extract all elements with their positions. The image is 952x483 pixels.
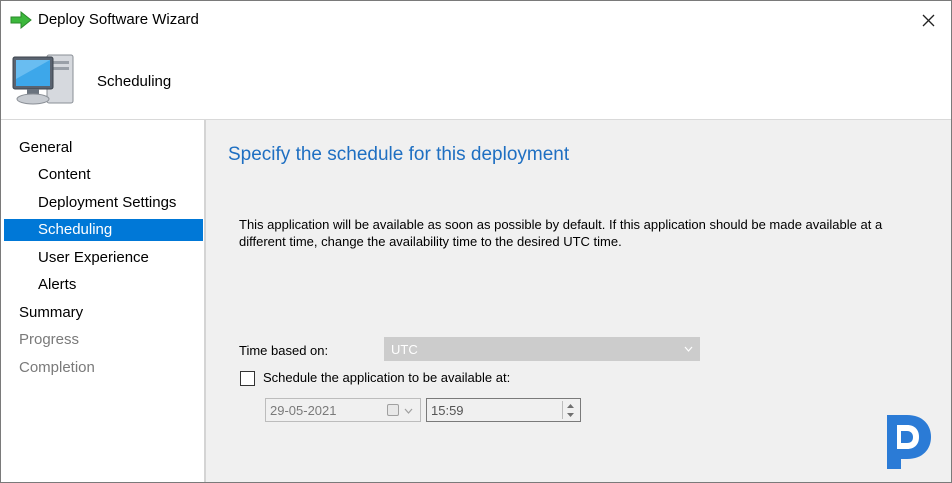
select-value: UTC [391, 342, 418, 357]
nav-item-label: Completion [19, 359, 95, 376]
watermark-logo-icon [881, 411, 935, 471]
header-title: Scheduling [97, 73, 172, 90]
spin-down-icon [567, 413, 574, 417]
wizard-header: Scheduling [1, 39, 951, 120]
time-spinner [562, 401, 578, 419]
nav-item-label: Scheduling [38, 221, 113, 238]
nav-item-summary[interactable]: Summary [4, 302, 203, 324]
green-arrow-icon [10, 10, 32, 30]
time-picker: 15:59 [426, 398, 581, 422]
nav-item-completion: Completion [4, 357, 203, 379]
wizard-window: Deploy Software Wizard Scheduling Genera… [0, 0, 952, 483]
page-title: Specify the schedule for this deployment [228, 144, 570, 165]
content-pane: Specify the schedule for this deployment… [206, 120, 951, 482]
date-picker: 29-05-2021 [265, 398, 421, 422]
nav-item-label: General [19, 139, 73, 156]
schedule-checkbox-label[interactable]: Schedule the application to be available… [263, 370, 510, 385]
nav-item-deployment-settings[interactable]: Deployment Settings [4, 192, 203, 214]
nav-item-alerts[interactable]: Alerts [4, 274, 203, 296]
computer-icon [11, 49, 77, 111]
time-based-on-select: UTC [384, 337, 700, 361]
time-based-on-label: Time based on: [239, 343, 329, 358]
close-button[interactable] [906, 3, 950, 37]
nav-item-general[interactable]: General [4, 137, 203, 159]
spin-up-icon [567, 404, 574, 408]
calendar-icon [387, 404, 399, 416]
nav-item-progress: Progress [4, 329, 203, 351]
wizard-nav: General Content Deployment Settings Sche… [1, 120, 204, 482]
schedule-checkbox[interactable] [240, 371, 255, 386]
close-icon [922, 14, 935, 27]
nav-item-label: User Experience [38, 249, 149, 266]
nav-item-scheduling[interactable]: Scheduling [4, 219, 203, 241]
title-bar: Deploy Software Wizard [1, 1, 951, 39]
nav-item-label: Progress [19, 331, 80, 348]
date-value: 29-05-2021 [270, 403, 337, 418]
window-title: Deploy Software Wizard [38, 11, 199, 28]
nav-item-content[interactable]: Content [4, 164, 203, 186]
nav-item-label: Deployment Settings [38, 194, 177, 211]
description-text: This application will be available as so… [239, 217, 883, 249]
nav-item-label: Content [38, 166, 91, 183]
chevron-down-icon [684, 346, 693, 352]
nav-item-user-experience[interactable]: User Experience [4, 247, 203, 269]
chevron-down-icon [404, 408, 413, 414]
nav-item-label: Alerts [38, 276, 77, 293]
nav-item-label: Summary [19, 304, 84, 321]
time-value: 15:59 [431, 403, 464, 418]
